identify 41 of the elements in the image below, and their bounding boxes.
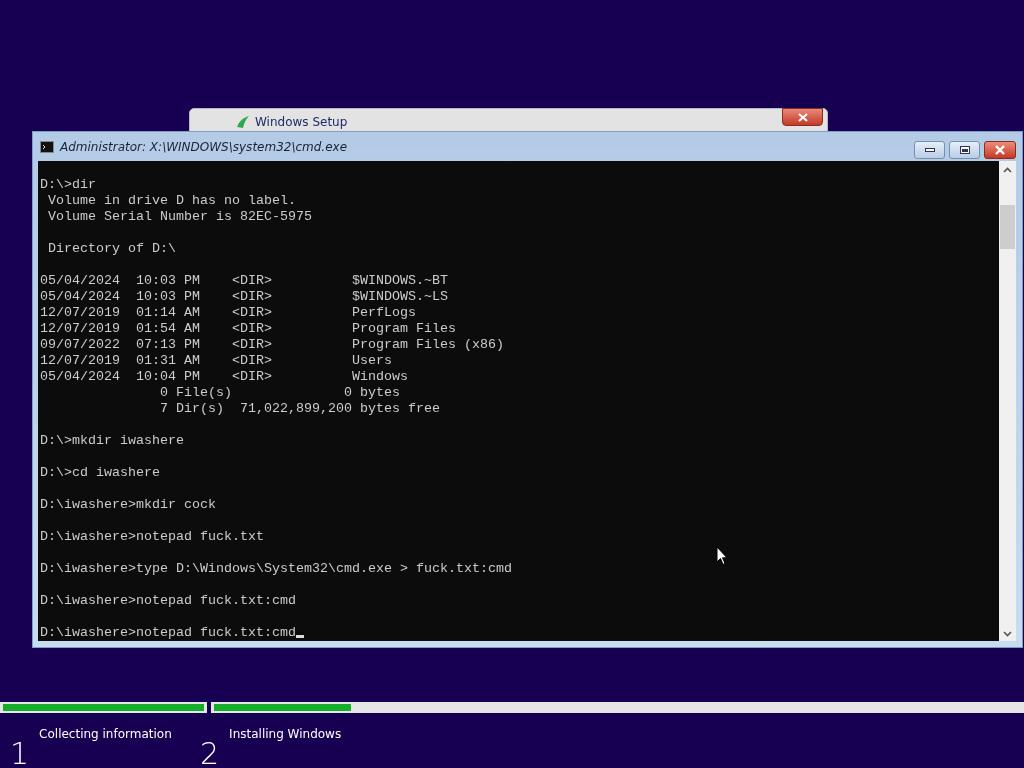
- console-line: D:\>dir: [40, 177, 96, 192]
- console-icon: [40, 140, 54, 153]
- window-title: Windows Setup: [255, 115, 348, 129]
- scrollbar-thumb[interactable]: [1000, 205, 1015, 249]
- console-line: D:\iwashere>notepad fuck.txt: [40, 529, 264, 544]
- close-button[interactable]: [782, 108, 823, 126]
- console-line: 09/07/2022 07:13 PM <DIR> Program Files (x86): [40, 337, 504, 352]
- scroll-down-icon[interactable]: [1003, 631, 1012, 637]
- minimize-icon: [924, 148, 935, 152]
- step-number: 1: [10, 737, 30, 768]
- mouse-pointer-icon: [716, 546, 728, 566]
- scroll-up-icon[interactable]: [1003, 167, 1012, 173]
- step-number: 2: [200, 737, 220, 768]
- console-line: 12/07/2019 01:54 AM <DIR> Program Files: [40, 321, 456, 336]
- close-button[interactable]: [984, 141, 1016, 159]
- console-line: Volume Serial Number is 82EC-5975: [47, 209, 312, 224]
- console-line: D:\>cd iwashere: [40, 465, 160, 480]
- console-line: 12/07/2019 01:14 AM <DIR> PerfLogs: [40, 305, 416, 320]
- console-line: D:\iwashere>notepad fuck.txt:cmd: [40, 625, 296, 640]
- minimize-button[interactable]: [914, 141, 945, 159]
- setup-icon: [235, 115, 251, 129]
- maximize-button[interactable]: [949, 141, 980, 159]
- close-icon: [797, 112, 808, 122]
- close-icon: [994, 145, 1006, 155]
- console-line: 0 File(s) 0 bytes: [158, 385, 400, 400]
- console-line: Directory of D:\: [47, 241, 176, 256]
- step-label: Installing Windows: [229, 727, 342, 743]
- maximize-icon: [959, 146, 970, 154]
- console-line: D:\iwashere>notepad fuck.txt:cmd: [40, 593, 296, 608]
- console-line: D:\>mkdir iwashere: [40, 433, 184, 448]
- scrollbar[interactable]: [999, 161, 1016, 641]
- console-line: 05/04/2024 10:04 PM <DIR> Windows: [40, 369, 408, 384]
- console-line: 05/04/2024 10:03 PM <DIR> $WINDOWS.~BT: [40, 273, 448, 288]
- console-line: Volume in drive D has no label.: [47, 193, 296, 208]
- window-title: Administrator: X:\WINDOWS\system32\cmd.exe: [60, 139, 349, 154]
- console-line: 12/07/2019 01:31 AM <DIR> Users: [40, 353, 392, 368]
- step-label: Collecting information: [39, 727, 172, 743]
- console-line: 05/04/2024 10:03 PM <DIR> $WINDOWS.~LS: [40, 289, 448, 304]
- console-line: D:\iwashere>type D:\Windows\System32\cmd.exe > fuck.txt:cmd: [40, 561, 512, 576]
- console-line: 7 Dir(s) 71,022,899,200 bytes free: [158, 401, 440, 416]
- console-line: D:\iwashere>mkdir cock: [40, 497, 216, 512]
